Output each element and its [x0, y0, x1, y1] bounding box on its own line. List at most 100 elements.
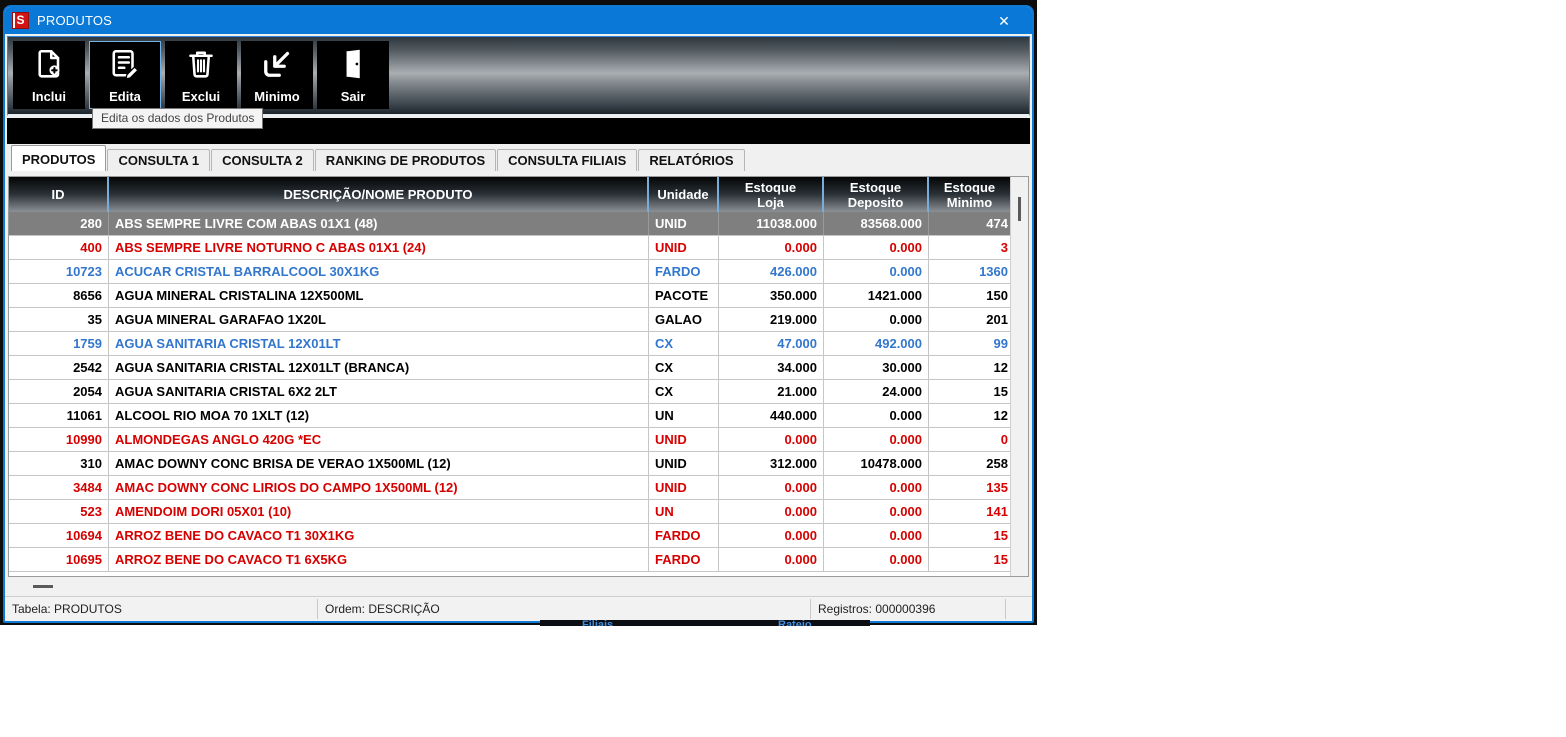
- cell-descricao: ARROZ BENE DO CAVACO T1 6X5KG: [109, 548, 649, 571]
- cell-descricao: AMENDOIM DORI 05X01 (10): [109, 500, 649, 523]
- cell-estoque-deposito: 0.000: [824, 524, 929, 547]
- sair-button[interactable]: Sair: [317, 41, 389, 109]
- cell-descricao: AGUA MINERAL CRISTALINA 12X500ML: [109, 284, 649, 307]
- table-row[interactable]: 280 ABS SEMPRE LIVRE COM ABAS 01X1 (48) UN…: [9, 212, 1010, 236]
- cell-unidade: UNID: [649, 236, 719, 259]
- tab-produtos[interactable]: PRODUTOS: [11, 145, 107, 171]
- table-row[interactable]: 1759 AGUA SANITARIA CRISTAL 12X01LT CX 47.0…: [9, 332, 1010, 356]
- cell-descricao: ABS SEMPRE LIVRE COM ABAS 01X1 (48): [109, 212, 649, 235]
- horizontal-scrollbar[interactable]: [8, 577, 1029, 596]
- column-header-estoque-deposito[interactable]: Estoque Deposito: [824, 177, 929, 212]
- cell-estoque-minimo: 1360: [979, 264, 1008, 279]
- cell-id: 3484: [9, 476, 109, 499]
- cell-unidade: FARDO: [649, 524, 719, 547]
- cell-unidade: UNID: [649, 428, 719, 451]
- cell-estoque-loja: 440.000: [719, 404, 824, 427]
- cell-descricao: ACUCAR CRISTAL BARRALCOOL 30X1KG: [109, 260, 649, 283]
- column-header-estoque-minimo[interactable]: Estoque Minimo: [929, 177, 1010, 212]
- tab-consulta-2[interactable]: CONSULTA 2: [211, 149, 314, 171]
- column-header-descricao[interactable]: DESCRIÇÃO/NOME PRODUTO: [109, 177, 649, 212]
- cell-unidade: FARDO: [649, 260, 719, 283]
- tab-consulta-1[interactable]: CONSULTA 1: [107, 149, 211, 171]
- cell-estoque-minimo: 0: [1000, 432, 1008, 447]
- table-row[interactable]: 35 AGUA MINERAL GARAFAO 1X20L GALAO 219.000…: [9, 308, 1010, 332]
- cell-estoque-deposito: 0.000: [824, 308, 929, 331]
- cell-estoque-minimo: 201: [986, 312, 1008, 327]
- cell-id: 2054: [9, 380, 109, 403]
- cell-id: 280: [9, 212, 109, 235]
- trash-icon: [183, 46, 219, 89]
- cell-id: 310: [9, 452, 109, 475]
- status-ordem: Ordem: DESCRIÇÃO: [325, 602, 440, 616]
- status-registros: Registros: 000000396: [818, 602, 936, 616]
- cell-estoque-deposito: 0.000: [824, 236, 929, 259]
- cell-id: 10694: [9, 524, 109, 547]
- cell-estoque-deposito: 30.000: [824, 356, 929, 379]
- cell-estoque-loja: 426.000: [719, 260, 824, 283]
- cell-estoque-loja: 312.000: [719, 452, 824, 475]
- door-exit-icon: [335, 46, 371, 89]
- cell-estoque-minimo: 3: [1000, 240, 1008, 255]
- minimo-button[interactable]: Minimo: [241, 41, 313, 109]
- cell-estoque-loja: 47.000: [719, 332, 824, 355]
- vertical-scrollbar[interactable]: [1010, 177, 1028, 576]
- window-title: PRODUTOS: [37, 13, 113, 28]
- table-row[interactable]: 400 ABS SEMPRE LIVRE NOTURNO C ABAS 01X1 …: [9, 236, 1010, 260]
- cell-descricao: ARROZ BENE DO CAVACO T1 30X1KG: [109, 524, 649, 547]
- close-icon[interactable]: ✕: [990, 11, 1018, 31]
- cell-estoque-loja: 0.000: [719, 476, 824, 499]
- column-header-estoque-loja[interactable]: Estoque Loja: [719, 177, 824, 212]
- table-row[interactable]: 2542 AGUA SANITARIA CRISTAL 12X01LT (BRAN…: [9, 356, 1010, 380]
- vertical-scrollbar-thumb[interactable]: [1018, 197, 1021, 221]
- cell-estoque-minimo: 99: [993, 336, 1008, 351]
- window-frame: S PRODUTOS ✕ Inclui Edita Exclui Minimo …: [3, 5, 1034, 623]
- table-row[interactable]: 10990 ALMONDEGAS ANGLO 420G *EC UNID 0.000 0…: [9, 428, 1010, 452]
- status-separator: [810, 599, 811, 619]
- cell-estoque-loja: 350.000: [719, 284, 824, 307]
- exclui-label: Exclui: [181, 89, 221, 104]
- tab-relatorios[interactable]: RELATÓRIOS: [638, 149, 745, 171]
- table-row[interactable]: 10723 ACUCAR CRISTAL BARRALCOOL 30X1KG FAR…: [9, 260, 1010, 284]
- cell-id: 10990: [9, 428, 109, 451]
- cell-estoque-loja: 0.000: [719, 428, 824, 451]
- cell-estoque-loja: 11038.000: [719, 212, 824, 235]
- table-row[interactable]: 8656 AGUA MINERAL CRISTALINA 12X500ML PACO…: [9, 284, 1010, 308]
- cell-estoque-deposito: 0.000: [824, 548, 929, 571]
- table-row[interactable]: 10694 ARROZ BENE DO CAVACO T1 30X1KG FARDO…: [9, 524, 1010, 548]
- column-header-id[interactable]: ID: [9, 177, 109, 212]
- document-add-icon: [31, 46, 67, 89]
- inclui-button[interactable]: Inclui: [13, 41, 85, 109]
- status-separator: [1005, 599, 1006, 619]
- exclui-button[interactable]: Exclui: [165, 41, 237, 109]
- table-row[interactable]: 2054 AGUA SANITARIA CRISTAL 6X2 2LT CX 21.0…: [9, 380, 1010, 404]
- background-fragment: Filiais: [582, 620, 614, 626]
- tab-consulta-filiais[interactable]: CONSULTA FILIAIS: [497, 149, 638, 171]
- table-row[interactable]: 523 AMENDOIM DORI 05X01 (10) UN 0.000 0.000 1…: [9, 500, 1010, 524]
- cell-unidade: UNID: [649, 452, 719, 475]
- tab-ranking-de-produtos[interactable]: RANKING DE PRODUTOS: [314, 149, 497, 171]
- table-row[interactable]: 310 AMAC DOWNY CONC BRISA DE VERAO 1X500M…: [9, 452, 1010, 476]
- cell-id: 10695: [9, 548, 109, 571]
- cell-estoque-deposito: 0.000: [824, 428, 929, 451]
- cell-estoque-minimo: 12: [993, 360, 1008, 375]
- cell-descricao: ALMONDEGAS ANGLO 420G *EC: [109, 428, 649, 451]
- cell-unidade: UN: [649, 404, 719, 427]
- horizontal-scrollbar-thumb[interactable]: [33, 585, 53, 588]
- cell-unidade: FARDO: [649, 548, 719, 571]
- cell-estoque-loja: 0.000: [719, 236, 824, 259]
- cell-estoque-minimo: 258: [986, 456, 1008, 471]
- tab-bar: PRODUTOS CONSULTA 1 CONSULTA 2 RANKING D…: [7, 144, 1030, 171]
- table-row[interactable]: 11061 ALCOOL RIO MOA 70 1XLT (12) UN 440.00…: [9, 404, 1010, 428]
- cell-unidade: GALAO: [649, 308, 719, 331]
- table-row[interactable]: 3484 AMAC DOWNY CONC LIRIOS DO CAMPO 1X50…: [9, 476, 1010, 500]
- cell-descricao: AGUA SANITARIA CRISTAL 6X2 2LT: [109, 380, 649, 403]
- produtos-window: S PRODUTOS ✕ Inclui Edita Exclui Minimo …: [0, 0, 1037, 625]
- table-row[interactable]: 10695 ARROZ BENE DO CAVACO T1 6X5KG FARDO 0…: [9, 548, 1010, 572]
- cell-id: 11061: [9, 404, 109, 427]
- cell-id: 400: [9, 236, 109, 259]
- edita-button[interactable]: Edita: [89, 41, 161, 109]
- cell-id: 1759: [9, 332, 109, 355]
- cell-estoque-loja: 219.000: [719, 308, 824, 331]
- column-header-unidade[interactable]: Unidade: [649, 177, 719, 212]
- cell-estoque-deposito: 10478.000: [824, 452, 929, 475]
